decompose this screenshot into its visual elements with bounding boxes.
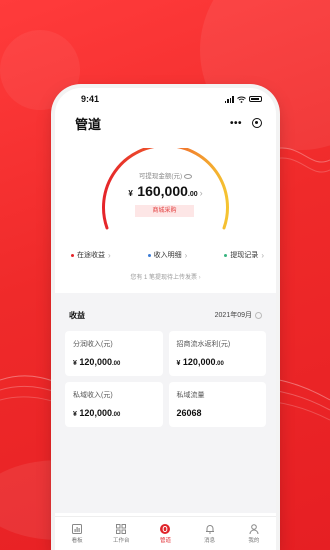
status-bar: 9:41 xyxy=(55,88,276,110)
earnings-panel: 收益 2021年09月 分润收入(元) ¥ 120,000.00 招商流水返利(… xyxy=(55,303,276,513)
battery-icon xyxy=(249,96,262,102)
chevron-right-icon: › xyxy=(199,188,203,198)
tab-workbench[interactable]: 工作台 xyxy=(103,523,139,544)
earnings-title: 收益 xyxy=(69,310,85,320)
withdrawable-amount[interactable]: ¥ 160,000.00 › xyxy=(55,183,276,201)
red-dot-icon xyxy=(71,253,74,257)
chevron-right-icon: › xyxy=(261,250,264,260)
link-income-details[interactable]: 收入明细 › xyxy=(147,250,188,260)
page-title: 管道 xyxy=(75,116,102,132)
card-private-traffic[interactable]: 私域流量 26068 xyxy=(168,382,266,427)
section-divider xyxy=(55,293,276,303)
earnings-header: 收益 2021年09月 xyxy=(65,303,266,327)
tab-pipeline[interactable]: 管道 xyxy=(147,523,183,544)
quick-links: 在途收益 › 收入明细 › 提现记录 › xyxy=(55,248,276,262)
pipe-icon xyxy=(160,523,171,534)
month-picker[interactable]: 2021年09月 xyxy=(215,310,262,320)
chevron-right-icon: › xyxy=(184,250,188,260)
earnings-cards: 分润收入(元) ¥ 120,000.00 招商流水返利(元) ¥ 120,000… xyxy=(65,331,266,427)
blue-dot-icon xyxy=(147,253,151,257)
wifi-icon xyxy=(237,96,246,103)
signal-icon xyxy=(224,95,234,103)
phone-frame: 9:41 管道 ••• 可提现金额(元) ¥ 160,000.00 › 商城采购… xyxy=(55,88,276,550)
clock-icon xyxy=(255,311,262,319)
card-private-income[interactable]: 私域收入(元) ¥ 120,000.00 xyxy=(65,382,163,427)
chevron-right-icon: › xyxy=(198,275,201,281)
mall-purchase-button[interactable]: 商城采购 xyxy=(135,205,194,217)
nav-bar: 管道 ••• xyxy=(55,110,276,136)
tab-messages[interactable]: 消息 xyxy=(192,524,228,544)
card-profit-income[interactable]: 分润收入(元) ¥ 120,000.00 xyxy=(65,331,163,376)
close-target-icon[interactable] xyxy=(252,118,262,128)
link-withdraw-records[interactable]: 提现记录 › xyxy=(224,250,264,260)
card-merchant-rebate[interactable]: 招商流水返利(元) ¥ 120,000.00 xyxy=(168,331,266,376)
balance-gauge: 可提现金额(元) ¥ 160,000.00 › 商城采购 xyxy=(55,148,276,248)
status-icons xyxy=(224,95,262,103)
link-in-transit-earnings[interactable]: 在途收益 › xyxy=(71,250,111,260)
tab-bar: 看板 工作台 管道 消息 我的 xyxy=(55,516,276,550)
chart-icon xyxy=(72,523,83,534)
green-dot-icon xyxy=(224,253,228,257)
tab-dashboard[interactable]: 看板 xyxy=(59,523,95,544)
eye-icon[interactable] xyxy=(184,173,193,179)
status-time: 9:41 xyxy=(81,94,100,104)
invoice-reminder[interactable]: 您有 1 笔提现待上传发票 › xyxy=(55,272,276,281)
withdrawable-label: 可提现金额(元) xyxy=(55,170,276,180)
grid-icon xyxy=(116,523,127,534)
bell-icon xyxy=(205,524,214,534)
person-icon xyxy=(249,523,259,534)
tab-mine[interactable]: 我的 xyxy=(236,523,272,544)
mini-program-capsule: ••• xyxy=(230,118,262,129)
more-icon[interactable]: ••• xyxy=(230,118,242,129)
chevron-right-icon: › xyxy=(108,250,111,260)
